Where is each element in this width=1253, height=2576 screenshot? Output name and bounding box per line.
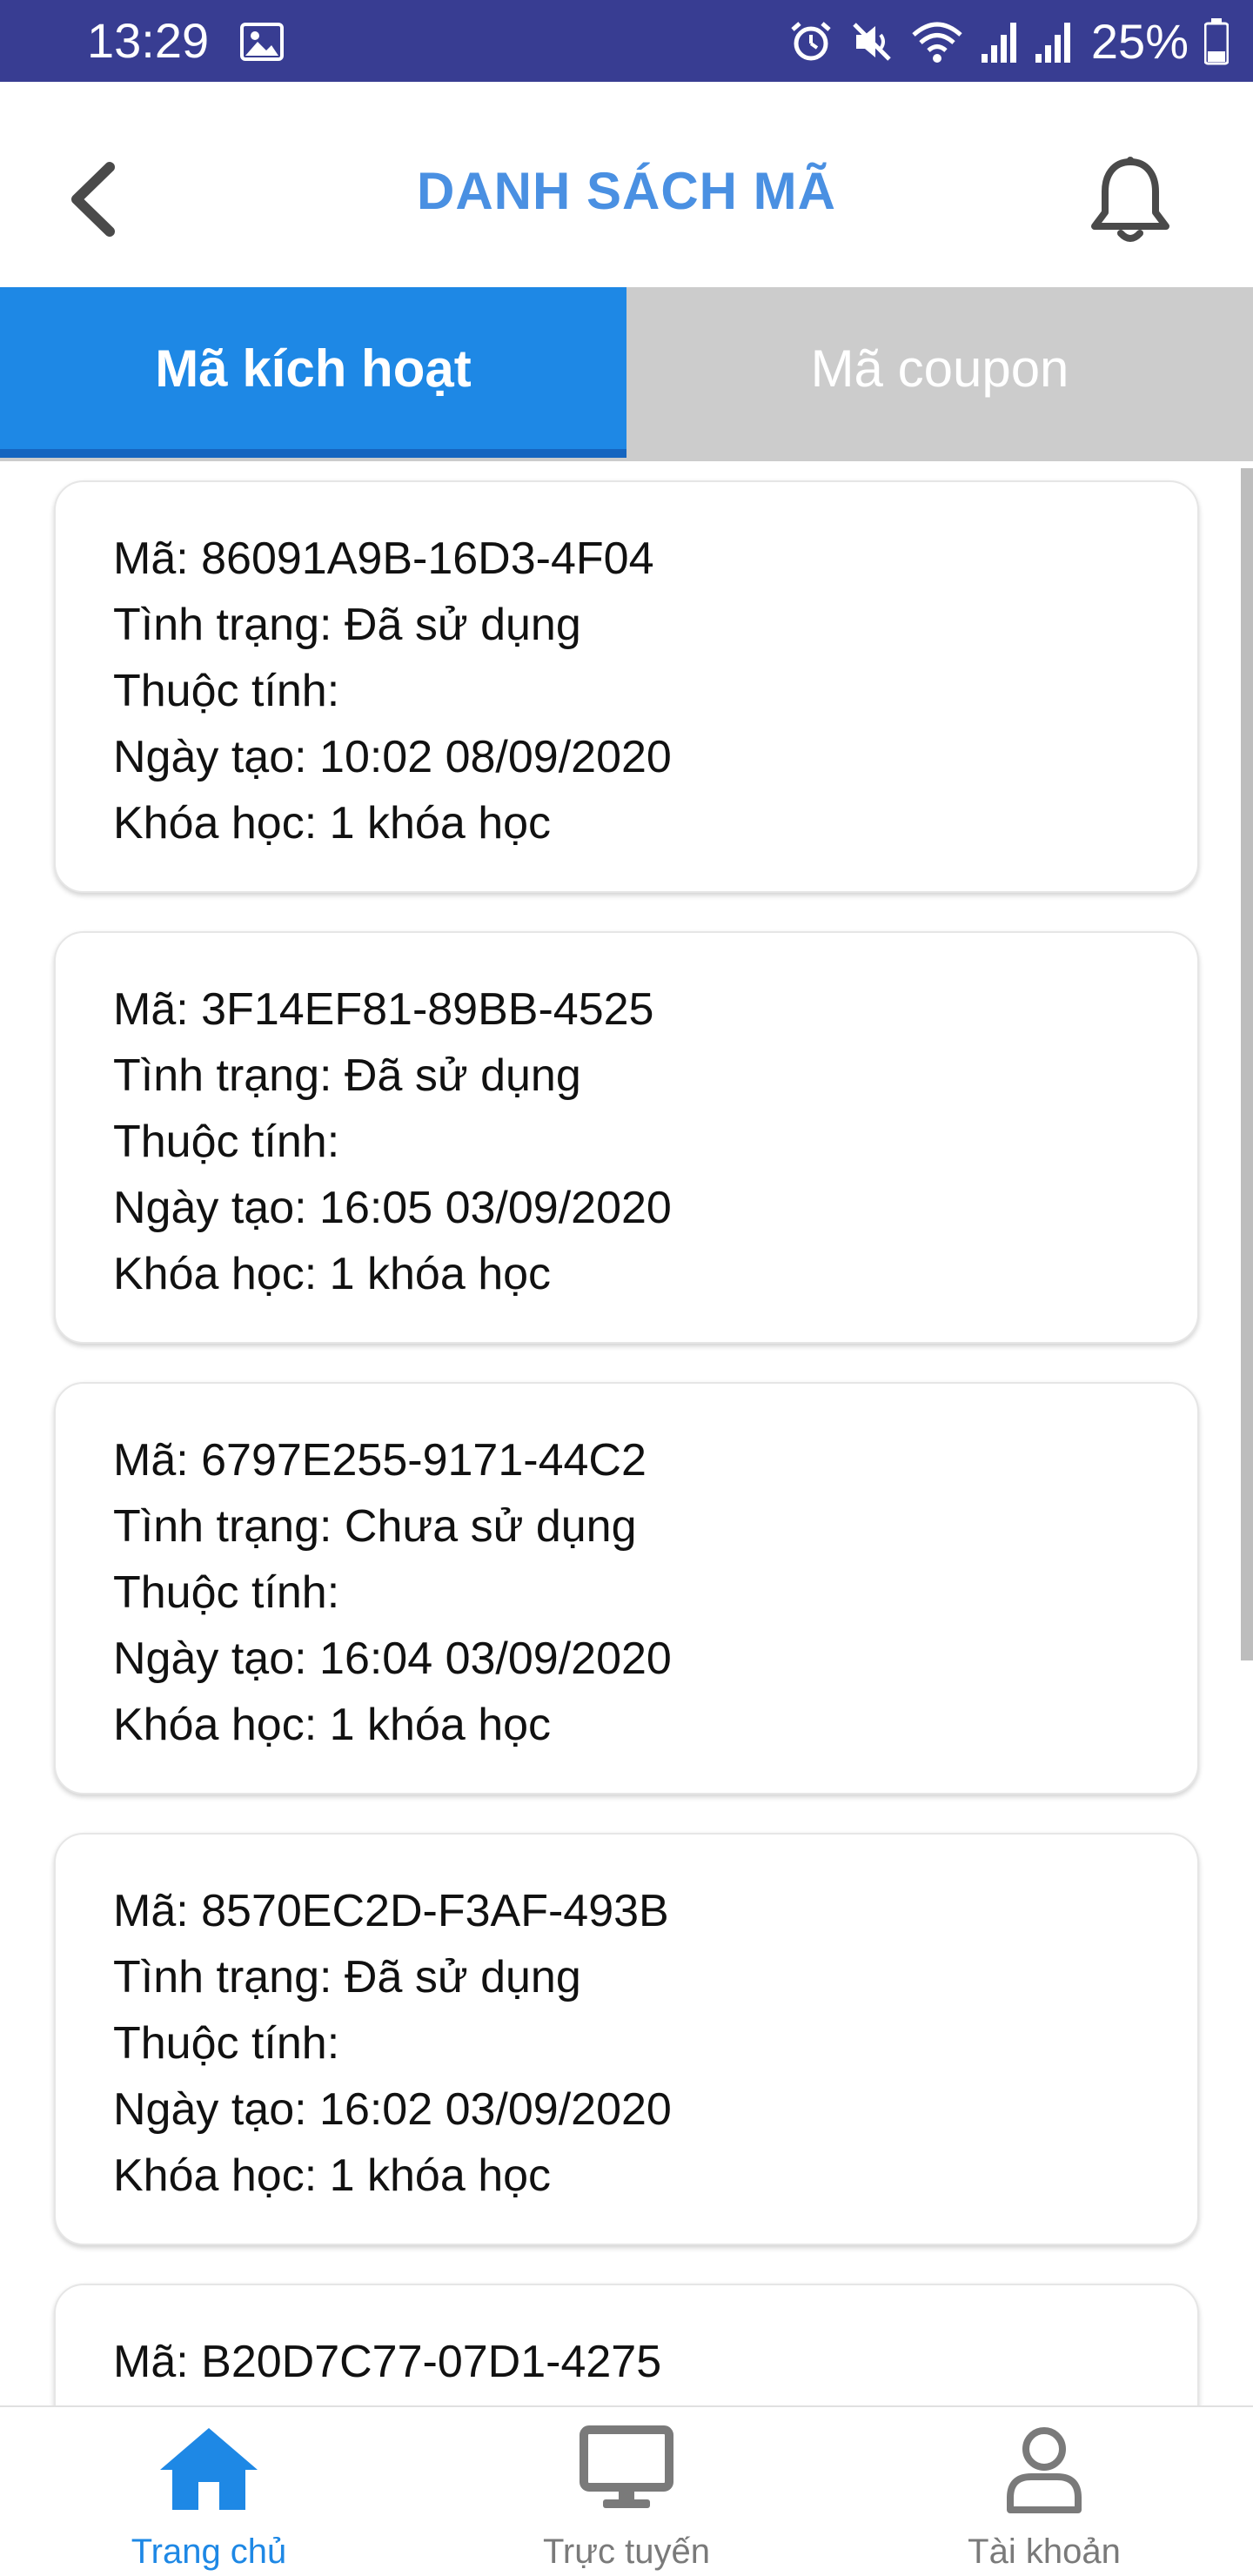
scrollbar[interactable]: [1241, 468, 1253, 1660]
code-created-date: Ngày tạo: 10:02 08/09/2020: [113, 732, 672, 782]
code-attribute: Thuộc tính:: [113, 1567, 340, 1618]
code-created-date: Ngày tạo: 16:02 03/09/2020: [113, 2084, 672, 2135]
code-value: Mã: B20D7C77-07D1-4275: [113, 2337, 662, 2387]
code-card[interactable]: Mã: 6797E255-9171-44C2 Tình trạng: Chưa …: [54, 1382, 1199, 1794]
nav-label: Trang chủ: [131, 2532, 287, 2571]
code-attribute: Thuộc tính:: [113, 2018, 340, 2069]
active-tab-indicator: [0, 449, 626, 458]
gallery-icon: [240, 23, 284, 61]
page-title: DANH SÁCH MÃ: [417, 162, 836, 220]
code-value: Mã: 8570EC2D-F3AF-493B: [113, 1886, 669, 1936]
battery-icon: [1204, 18, 1229, 65]
code-courses: Khóa học: 1 khóa học: [113, 1249, 552, 1299]
screen: 13:29 25% DANH SÁCH MÃ Mã kích hoạt Mã c…: [0, 0, 1253, 2576]
code-attribute: Thuộc tính:: [113, 1117, 340, 1167]
signal-icon: [980, 19, 1018, 64]
code-card[interactable]: Mã: 86091A9B-16D3-4F04 Tình trạng: Đã sử…: [54, 480, 1199, 893]
tab-bar: Mã kích hoạt Mã coupon: [0, 287, 1253, 461]
status-time: 13:29: [87, 13, 210, 68]
user-icon: [1005, 2425, 1083, 2519]
code-card[interactable]: Mã: 8570EC2D-F3AF-493B Tình trạng: Đã sử…: [54, 1833, 1199, 2245]
home-icon: [157, 2425, 261, 2516]
code-status: Tình trạng: Đã sử dụng: [113, 1952, 581, 2002]
code-attribute: Thuộc tính:: [113, 666, 340, 716]
code-value: Mã: 86091A9B-16D3-4F04: [113, 533, 654, 584]
wifi-icon: [910, 19, 964, 64]
battery-percentage: 25%: [1090, 14, 1189, 69]
tab-activation-codes[interactable]: Mã kích hoạt: [0, 287, 626, 449]
code-courses: Khóa học: 1 khóa học: [113, 1700, 552, 1750]
alarm-icon: [788, 19, 834, 64]
code-courses: Khóa học: 1 khóa học: [113, 798, 552, 849]
app-bar: DANH SÁCH MÃ: [0, 94, 1253, 287]
status-bar: 13:29 25%: [0, 0, 1253, 82]
notification-button[interactable]: [1082, 153, 1178, 249]
nav-item-online[interactable]: Trực tuyến: [418, 2407, 835, 2576]
code-list[interactable]: Mã: 86091A9B-16D3-4F04 Tình trạng: Đã sử…: [0, 461, 1253, 2407]
bottom-nav: Trang chủ Trực tuyến Tài khoản: [0, 2405, 1253, 2576]
code-status: Tình trạng: Chưa sử dụng: [113, 1501, 637, 1552]
monitor-icon: [579, 2425, 674, 2516]
code-status: Tình trạng: Đã sử dụng: [113, 1050, 581, 1101]
code-value: Mã: 6797E255-9171-44C2: [113, 1435, 647, 1486]
tab-label: Mã kích hoạt: [155, 339, 472, 398]
nav-item-home[interactable]: Trang chủ: [0, 2407, 418, 2576]
mute-icon: [849, 19, 895, 64]
tab-coupon-codes[interactable]: Mã coupon: [626, 287, 1253, 449]
code-card[interactable]: Mã: B20D7C77-07D1-4275: [54, 2284, 1199, 2407]
status-icons: 25%: [788, 9, 1229, 75]
chevron-left-icon: [61, 162, 131, 242]
nav-item-account[interactable]: Tài khoản: [835, 2407, 1253, 2576]
code-created-date: Ngày tạo: 16:04 03/09/2020: [113, 1633, 672, 1684]
bell-icon: [1082, 157, 1178, 252]
code-created-date: Ngày tạo: 16:05 03/09/2020: [113, 1183, 672, 1233]
nav-label: Tài khoản: [968, 2532, 1121, 2571]
tab-label: Mã coupon: [810, 339, 1069, 398]
signal-icon: [1034, 19, 1072, 64]
nav-label: Trực tuyến: [542, 2532, 710, 2571]
code-courses: Khóa học: 1 khóa học: [113, 2150, 552, 2201]
code-status: Tình trạng: Đã sử dụng: [113, 600, 581, 650]
code-card[interactable]: Mã: 3F14EF81-89BB-4525 Tình trạng: Đã sử…: [54, 931, 1199, 1344]
code-value: Mã: 3F14EF81-89BB-4525: [113, 984, 654, 1035]
